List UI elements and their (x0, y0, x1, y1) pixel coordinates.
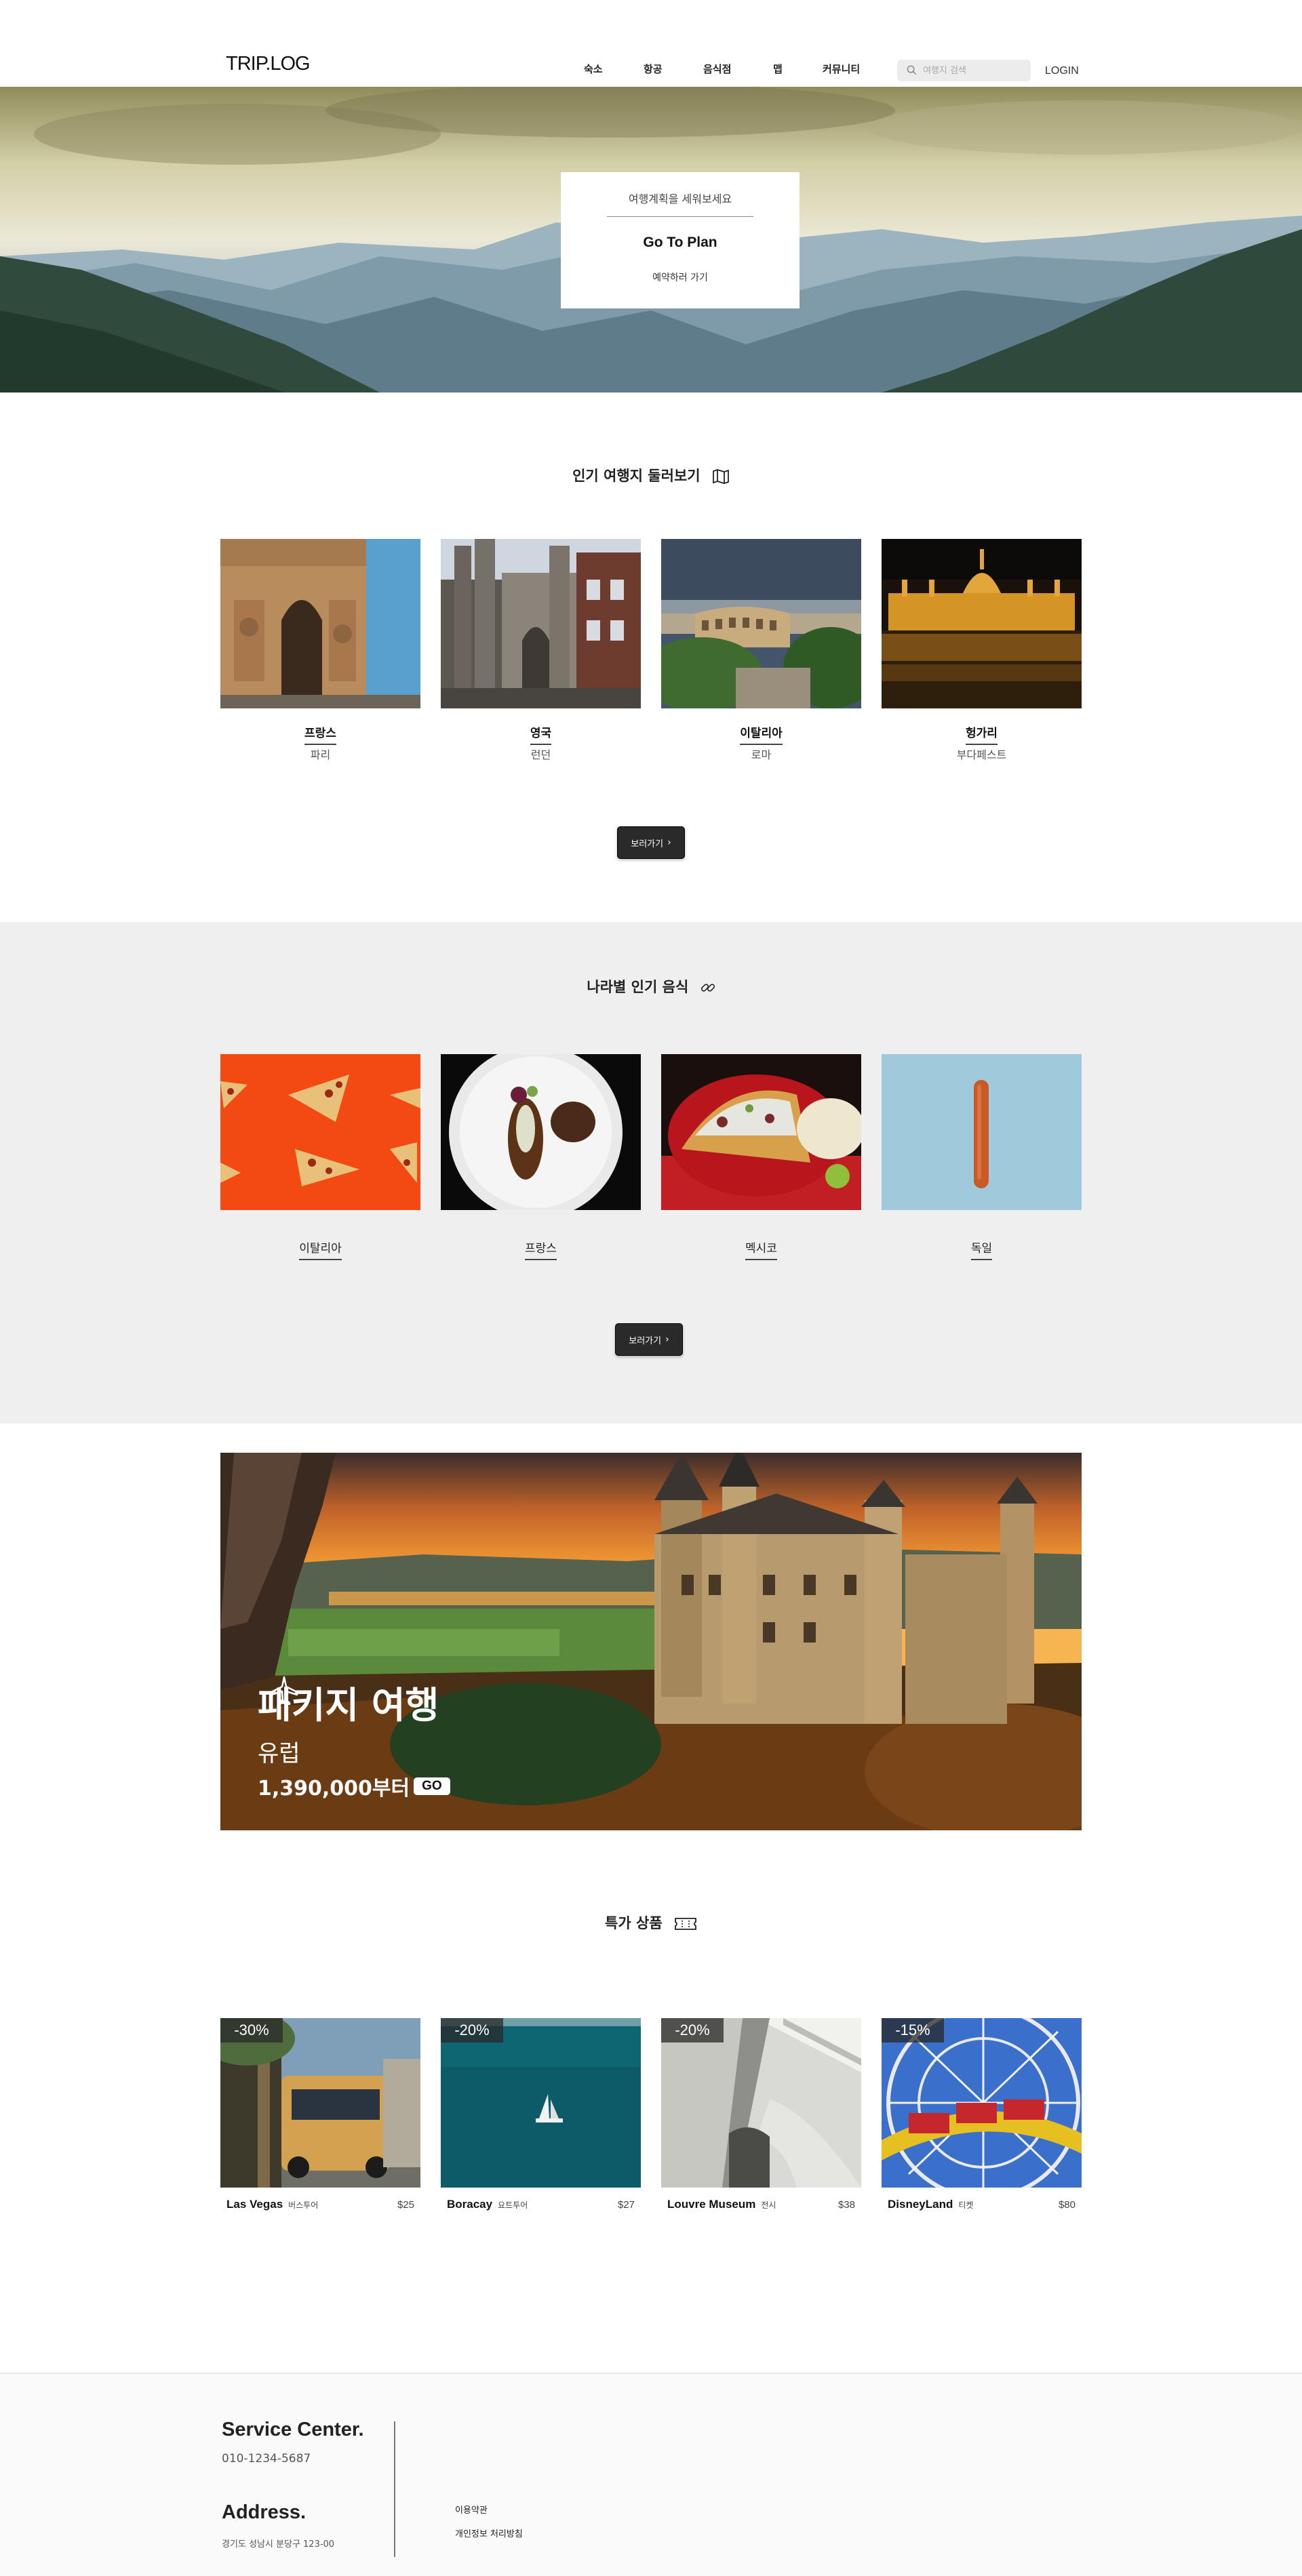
service-phone: 010-1234-5687 (222, 2452, 311, 2466)
destination-country: 영국 (441, 723, 641, 745)
airplane-icon (270, 1676, 298, 1706)
deal-image[interactable]: -20% (661, 2018, 861, 2188)
ticket-icon (675, 1918, 696, 1930)
nav-item-community[interactable]: 커뮤니티 (823, 62, 860, 76)
deal-price: $27 (617, 2199, 635, 2211)
food-card-mexico[interactable]: 멕시코 (661, 1054, 861, 1260)
destination-image[interactable] (661, 539, 861, 708)
popular-section-title: 인기 여행지 둘러보기 (0, 465, 1302, 485)
food-more-button[interactable]: 보러가기 › (615, 1323, 683, 1356)
deal-price: $25 (397, 2199, 414, 2211)
nav-item-flights[interactable]: 항공 (644, 62, 663, 76)
destination-card-budapest[interactable]: 헝가리 부다페스트 (882, 539, 1082, 761)
food-image[interactable] (661, 1054, 861, 1210)
package-price-row: 1,390,000부터 GO (258, 1771, 450, 1801)
food-card-italy[interactable]: 이탈리아 (220, 1054, 420, 1260)
deal-card-louvre[interactable]: -20% Louvre Museum 전시 $38 (661, 2018, 861, 2211)
food-card-germany[interactable]: 독일 (882, 1054, 1082, 1260)
site-logo[interactable]: TRIP.LOG (226, 53, 311, 75)
destination-city: 런던 (530, 748, 551, 761)
destination-city: 부다페스트 (956, 748, 1007, 761)
food-image[interactable] (441, 1054, 641, 1210)
deal-card-boracay[interactable]: -20% Boracay 요트투어 $27 (441, 2018, 641, 2211)
destination-city: 로마 (751, 748, 772, 761)
terms-link[interactable]: 이용약관 (455, 2503, 488, 2516)
package-price: 1,390,000부터 (258, 1777, 410, 1800)
deal-card-disneyland[interactable]: -15% DisneyLand 티켓 $80 (882, 2018, 1082, 2211)
food-country: 멕시코 (661, 1239, 861, 1260)
plan-divider (607, 216, 753, 217)
package-go-button[interactable]: GO (414, 1777, 450, 1795)
destination-city: 파리 (310, 748, 331, 761)
destination-country: 프랑스 (220, 723, 420, 745)
discount-badge: -30% (220, 2018, 283, 2042)
food-card-france[interactable]: 프랑스 (441, 1054, 641, 1260)
search-box[interactable] (897, 60, 1031, 81)
hero-banner: 여행계획을 세워보세요 Go To Plan 예약하러 가기 (0, 87, 1302, 393)
popular-title-text: 인기 여행지 둘러보기 (572, 468, 701, 484)
destination-card-rome[interactable]: 이탈리아 로마 (661, 539, 861, 761)
destination-card-london[interactable]: 영국 런던 (441, 539, 641, 761)
privacy-policy-link[interactable]: 개인정보 처리방침 (455, 2527, 523, 2539)
food-more-label: 보러가기 (629, 1335, 662, 1346)
map-icon (713, 469, 729, 484)
deal-price: $80 (1058, 2199, 1076, 2211)
deal-image[interactable]: -30% (220, 2018, 420, 2188)
nav-item-restaurants[interactable]: 음식점 (703, 62, 731, 76)
site-footer: Service Center. 010-1234-5687 Address. 경… (0, 2373, 1302, 2576)
nav-item-map[interactable]: 맵 (773, 62, 783, 76)
nav-item-lodging[interactable]: 숙소 (584, 62, 603, 76)
deal-card-las-vegas[interactable]: -30% Las Vegas 버스투어 $25 (220, 2018, 420, 2211)
food-title-text: 나라별 인기 음식 (587, 979, 689, 995)
reserve-link[interactable]: 예약하러 가기 (561, 270, 800, 284)
site-header: TRIP.LOG 숙소 항공 음식점 맵 커뮤니티 LOGIN (0, 0, 1302, 87)
destination-country: 헝가리 (882, 723, 1082, 745)
package-banner[interactable]: 패키지 여행 유럽 1,390,000부터 GO (220, 1453, 1082, 1830)
food-country: 프랑스 (441, 1239, 641, 1260)
food-section: 나라별 인기 음식 이탈리아 프랑스 멕시코 독일 보러가기 › (0, 922, 1302, 1424)
plan-card: 여행계획을 세워보세요 Go To Plan 예약하러 가기 (561, 172, 800, 308)
discount-badge: -15% (882, 2018, 944, 2042)
footer-divider (394, 2421, 395, 2557)
link-icon (701, 984, 715, 992)
food-image[interactable] (882, 1054, 1082, 1210)
deal-title: Boracay 요트투어 (447, 2198, 528, 2211)
package-title: 패키지 여행 (258, 1675, 439, 1729)
plan-title: Go To Plan (643, 235, 717, 250)
destination-image[interactable] (220, 539, 420, 708)
search-icon (907, 65, 917, 75)
deal-image[interactable]: -20% (441, 2018, 641, 2188)
food-section-title: 나라별 인기 음식 (0, 976, 1302, 997)
plan-subtitle: 여행계획을 세워보세요 (628, 193, 732, 205)
deals-section-title: 특가 상품 (0, 1912, 1302, 1933)
deal-image[interactable]: -15% (882, 2018, 1082, 2188)
destination-country: 이탈리아 (661, 723, 861, 745)
popular-more-label: 보러가기 (631, 839, 664, 849)
chevron-right-icon: › (667, 837, 671, 848)
deal-title: Las Vegas 버스투어 (226, 2198, 319, 2211)
chevron-right-icon: › (665, 1334, 669, 1345)
login-link[interactable]: LOGIN (1045, 65, 1079, 77)
food-image[interactable] (220, 1054, 420, 1210)
destination-image[interactable] (441, 539, 641, 708)
service-center-heading: Service Center. (222, 2419, 364, 2440)
deal-price: $38 (837, 2199, 855, 2211)
discount-badge: -20% (441, 2018, 503, 2042)
deal-title: DisneyLand 티켓 (888, 2198, 974, 2211)
food-country: 이탈리아 (220, 1239, 420, 1260)
deal-title: Louvre Museum 전시 (667, 2198, 776, 2211)
discount-badge: -20% (661, 2018, 724, 2042)
package-region: 유럽 (258, 1740, 300, 1767)
search-input[interactable] (923, 60, 1025, 81)
destination-image[interactable] (882, 539, 1082, 708)
address-text: 경기도 성남시 분당구 123-00 (222, 2539, 335, 2550)
food-country: 독일 (882, 1239, 1082, 1260)
popular-more-button[interactable]: 보러가기 › (617, 826, 685, 859)
address-heading: Address. (222, 2501, 307, 2523)
destination-card-paris[interactable]: 프랑스 파리 (220, 539, 420, 761)
deals-title-text: 특가 상품 (605, 1915, 663, 1931)
